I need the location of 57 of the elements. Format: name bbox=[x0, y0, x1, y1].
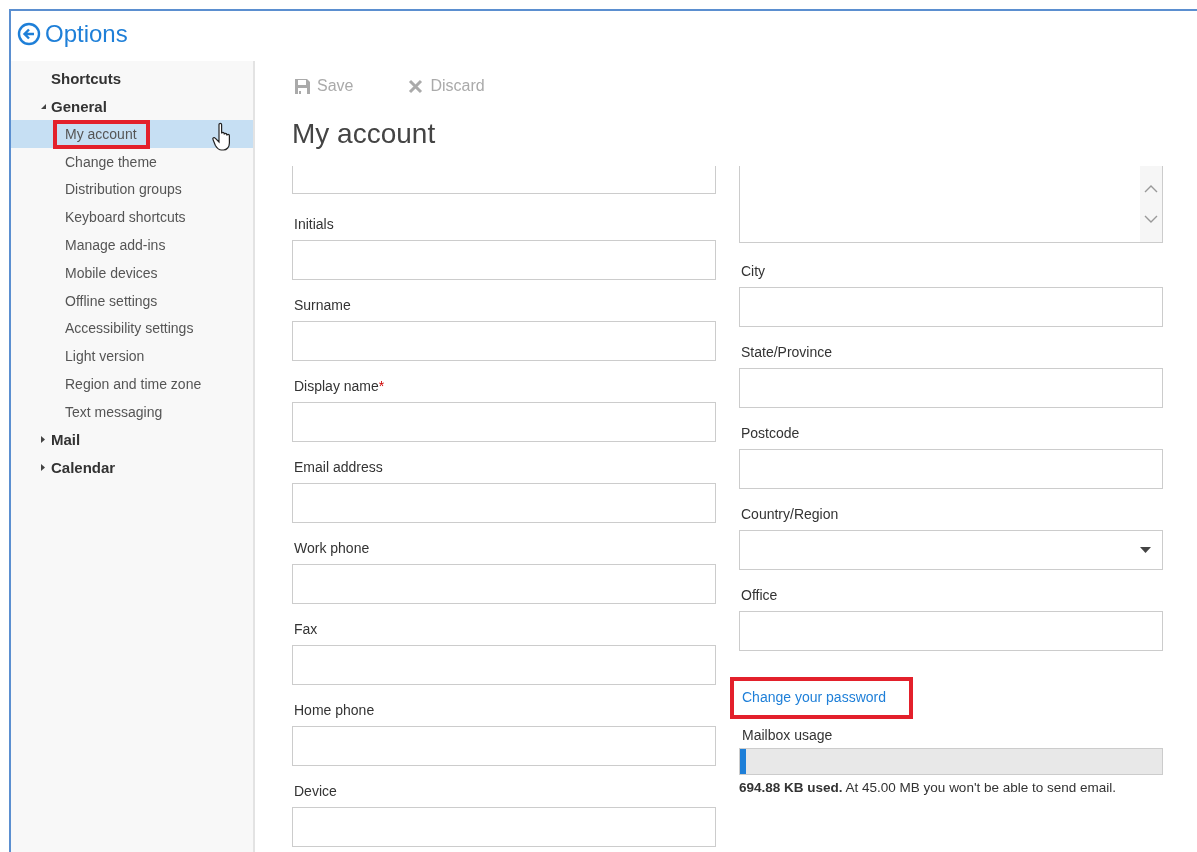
input-field[interactable] bbox=[292, 645, 716, 685]
sidebar-item[interactable]: Offline settings bbox=[11, 286, 253, 315]
sidebar-group[interactable]: Calendar bbox=[11, 453, 253, 482]
usage-note: 694.88 KB used. At 45.00 MB you won't be able to send email. bbox=[739, 780, 1118, 795]
field-label: Initials bbox=[293, 216, 335, 234]
field-label: Surname bbox=[293, 297, 352, 315]
field-label: Office bbox=[740, 587, 779, 605]
text-area[interactable] bbox=[739, 166, 1163, 243]
sidebar-item[interactable]: Shortcuts bbox=[11, 64, 253, 92]
input-field[interactable] bbox=[292, 321, 716, 361]
field-label: Country/Region bbox=[740, 506, 840, 524]
input-field[interactable] bbox=[292, 166, 716, 194]
sidebar-item[interactable]: Keyboard shortcuts bbox=[11, 203, 253, 232]
chevron-down-icon bbox=[1143, 214, 1159, 224]
sidebar-item[interactable]: Text messaging bbox=[11, 397, 253, 426]
sidebar-item[interactable]: Light version bbox=[11, 342, 253, 371]
input-field[interactable] bbox=[292, 807, 716, 847]
field-label: Display name* bbox=[293, 378, 386, 396]
sidebar-item[interactable]: Region and time zone bbox=[11, 370, 253, 398]
mailbox-usage-label: Mailbox usage bbox=[741, 727, 834, 745]
input-field[interactable] bbox=[292, 726, 716, 766]
input-field[interactable] bbox=[739, 368, 1163, 408]
dropdown[interactable] bbox=[739, 530, 1163, 570]
page-title: My account bbox=[292, 118, 437, 150]
sidebar-item[interactable]: Distribution groups bbox=[11, 175, 253, 204]
collapsed-arrow-icon bbox=[39, 435, 47, 445]
scrollbar[interactable] bbox=[1140, 166, 1162, 242]
dropdown-arrow-icon bbox=[1140, 547, 1151, 553]
field-label: Postcode bbox=[740, 425, 801, 443]
sidebar-group[interactable]: General bbox=[11, 92, 253, 120]
input-field[interactable] bbox=[739, 449, 1163, 489]
input-field[interactable] bbox=[292, 402, 716, 442]
input-field[interactable] bbox=[292, 564, 716, 604]
collapsed-arrow-icon bbox=[39, 463, 47, 473]
close-icon bbox=[407, 77, 425, 95]
field-label: Work phone bbox=[293, 540, 371, 558]
sidebar-item[interactable]: Mobile devices bbox=[11, 259, 253, 287]
chevron-up-icon bbox=[1143, 184, 1159, 194]
sidebar-group[interactable]: Mail bbox=[11, 425, 253, 454]
change-password-link[interactable]: Change your password bbox=[742, 689, 886, 705]
sidebar-item[interactable]: Change theme bbox=[11, 147, 253, 176]
field-label: State/Province bbox=[740, 344, 834, 362]
sidebar-item[interactable]: My account bbox=[11, 120, 253, 148]
sidebar-item[interactable]: Accessibility settings bbox=[11, 314, 253, 343]
input-field[interactable] bbox=[292, 240, 716, 280]
field-label: Email address bbox=[293, 459, 384, 477]
back-button[interactable] bbox=[16, 21, 42, 47]
input-field[interactable] bbox=[739, 287, 1163, 327]
sidebar-item[interactable]: Manage add-ins bbox=[11, 231, 253, 259]
field-label: Fax bbox=[293, 621, 319, 639]
field-label: Device bbox=[293, 783, 338, 801]
required-mark: * bbox=[378, 378, 385, 394]
options-title: Options bbox=[45, 20, 128, 48]
input-field[interactable] bbox=[292, 483, 716, 523]
input-field[interactable] bbox=[739, 611, 1163, 651]
field-label: Home phone bbox=[293, 702, 376, 720]
field-label: City bbox=[740, 263, 767, 281]
